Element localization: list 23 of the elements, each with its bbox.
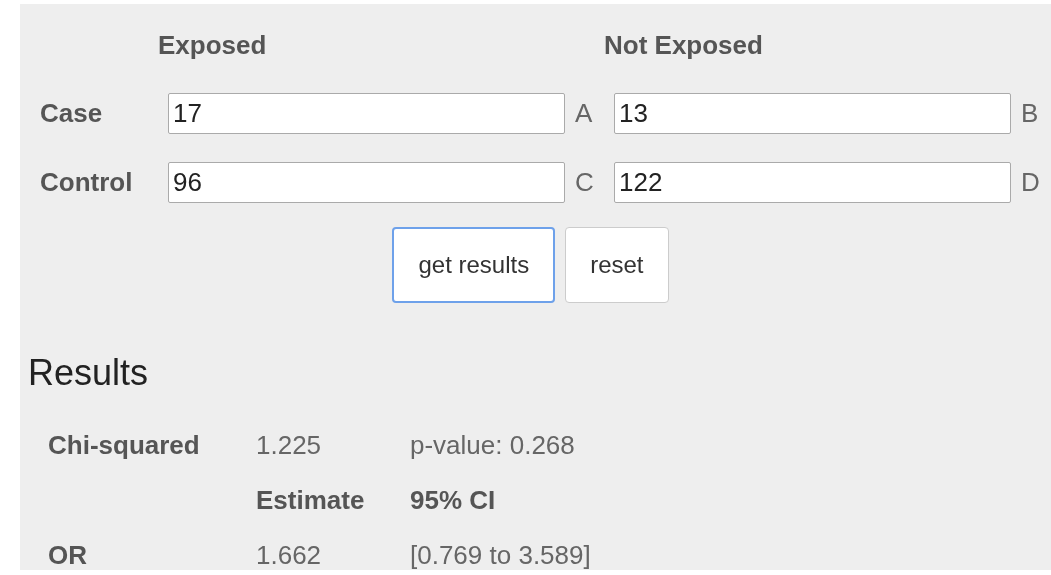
cell-letter: B [1020,97,1040,130]
result-value: [0.769 to 3.589] [410,539,592,573]
action-button[interactable]: reset [565,227,669,303]
input-field[interactable]: 96 [168,162,565,203]
result-value: p-value: 0.268 [410,429,576,463]
column-header: Not Exposed [604,29,764,62]
result-value: 1.225 [256,429,323,463]
row-label: Control [40,166,134,199]
row-label: Case [40,97,104,130]
result-label: Chi-squared [48,429,201,463]
input-field[interactable]: 122 [614,162,1011,203]
result-value: 1.662 [256,539,323,573]
column-header: Exposed [158,29,268,62]
input-field[interactable]: 17 [168,93,565,134]
input-field[interactable]: 13 [614,93,1011,134]
column-header: Estimate [256,484,366,518]
cell-letter: C [574,166,595,199]
result-label: OR [48,539,88,573]
cell-letter: D [1020,166,1041,199]
results-heading: Results [28,351,150,395]
action-button[interactable]: get results [392,227,556,303]
cell-letter: A [574,97,594,130]
column-header: 95% CI [410,484,497,518]
